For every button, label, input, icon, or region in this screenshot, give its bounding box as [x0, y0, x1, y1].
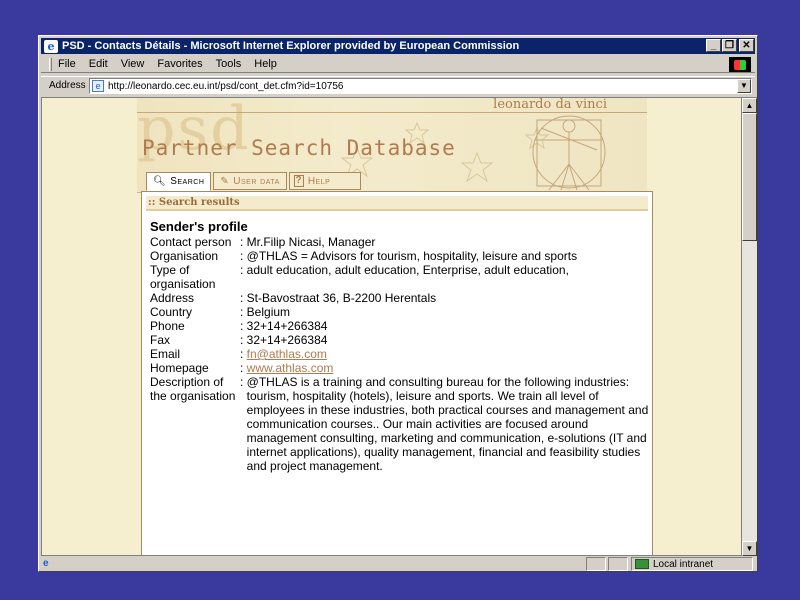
profile-row-phone: Phone : 32+14+266384 — [150, 319, 328, 333]
magnifier-icon: 🔍︎ — [153, 176, 167, 187]
menu-file[interactable]: File — [58, 58, 76, 70]
country-label: Country — [150, 305, 193, 319]
contact-label: Contact person — [150, 235, 232, 249]
page-status-icon: e — [43, 558, 49, 569]
contact-value: Mr.Filip Nicasi, Manager — [246, 235, 376, 249]
minimize-button[interactable]: _ — [706, 39, 721, 52]
question-icon: ? — [293, 175, 304, 187]
status-segment — [586, 557, 606, 571]
vertical-scrollbar[interactable]: ▲ ▼ — [742, 97, 757, 556]
fax-label: Fax — [150, 333, 171, 347]
tab-user-data[interactable]: ✎ User data — [213, 172, 287, 190]
pencil-icon: ✎ — [220, 175, 230, 187]
window-controls: _ ❐ ✕ — [705, 39, 754, 52]
tab-help-label: Help — [307, 175, 331, 187]
address-field-label: Address — [150, 291, 195, 305]
toolbar-grip[interactable] — [49, 57, 52, 71]
profile-row-email: Email : fn@athlas.com — [150, 347, 327, 361]
email-link[interactable]: fn@athlas.com — [247, 347, 327, 361]
address-url[interactable]: http://leonardo.cec.eu.int/psd/cont_det.… — [108, 81, 343, 92]
profile-row-contact: Contact person : Mr.Filip Nicasi, Manage… — [150, 235, 376, 249]
scroll-down-button[interactable]: ▼ — [742, 541, 757, 556]
profile-row-fax: Fax : 32+14+266384 — [150, 333, 328, 347]
results-panel: :: Search results Sender's profile Conta… — [141, 191, 653, 555]
phone-value: 32+14+266384 — [246, 319, 328, 333]
phone-label: Phone — [150, 319, 185, 333]
homepage-label: Homepage — [150, 361, 209, 375]
tab-search-label: Search — [170, 176, 205, 187]
scroll-up-button[interactable]: ▲ — [742, 98, 757, 113]
address-dropdown-button[interactable]: ▼ — [737, 79, 751, 93]
status-segment — [608, 557, 628, 571]
type-label: Type of organisation — [150, 263, 216, 291]
menu-tools[interactable]: Tools — [216, 58, 242, 70]
profile-row-type: Type of organisation : adult education, … — [150, 263, 569, 291]
profile-row-homepage: Homepage : www.athlas.com — [150, 361, 334, 375]
profile-row-description: Description of the organisation : @THLAS… — [150, 375, 649, 473]
senders-profile: Sender's profile Contact person : Mr.Fil… — [150, 219, 650, 473]
menu-bar: File Edit View Favorites Tools Help — [41, 56, 755, 73]
profile-row-organisation: Organisation : @THLAS = Advisors for tou… — [150, 249, 578, 263]
menu-view[interactable]: View — [121, 58, 145, 70]
restore-button[interactable]: ❐ — [722, 39, 737, 52]
panel-heading: :: Search results — [146, 196, 648, 211]
page-title: Partner Search Database — [142, 136, 456, 160]
windows-logo-icon — [729, 57, 751, 72]
page-icon: e — [92, 80, 104, 92]
homepage-link[interactable]: www.athlas.com — [247, 361, 334, 375]
status-bar: e Local intranet — [41, 557, 755, 571]
internet-explorer-icon: e — [44, 39, 58, 53]
type-value: adult education, adult education, Enterp… — [246, 263, 569, 277]
country-value: Belgium — [246, 305, 291, 319]
address-value: St-Bavostraat 36, B-2200 Herentals — [246, 291, 437, 305]
vitruvian-man-icon — [532, 115, 606, 191]
tab-user-data-label: User data — [233, 175, 280, 187]
menu-help[interactable]: Help — [254, 58, 277, 70]
zone-label: Local intranet — [653, 558, 714, 570]
address-bar: Address e http://leonardo.cec.eu.int/psd… — [41, 76, 755, 94]
security-zone: Local intranet — [631, 557, 753, 571]
menu-favorites[interactable]: Favorites — [157, 58, 202, 70]
profile-heading: Sender's profile — [150, 219, 248, 234]
description-value: @THLAS is a training and consulting bure… — [246, 375, 649, 473]
window-title: PSD - Contacts Détails - Microsoft Inter… — [62, 40, 520, 52]
scroll-thumb[interactable] — [742, 113, 757, 241]
browser-window: e PSD - Contacts Détails - Microsoft Int… — [38, 35, 758, 572]
title-bar[interactable]: e PSD - Contacts Détails - Microsoft Int… — [41, 38, 755, 54]
fax-value: 32+14+266384 — [246, 333, 328, 347]
organisation-value: @THLAS = Advisors for tourism, hospitali… — [246, 249, 578, 263]
tab-help[interactable]: ? Help — [288, 172, 362, 190]
close-button[interactable]: ✕ — [739, 39, 754, 52]
address-label: Address — [49, 80, 86, 91]
profile-row-address: Address : St-Bavostraat 36, B-2200 Heren… — [150, 291, 437, 305]
page-viewport: psd Partner Search Database leonardo da … — [41, 97, 742, 556]
address-input[interactable]: e http://leonardo.cec.eu.int/psd/cont_de… — [89, 78, 752, 94]
menu-edit[interactable]: Edit — [89, 58, 108, 70]
description-label: Description of the organisation — [150, 375, 236, 403]
email-label: Email — [150, 347, 181, 361]
tab-search[interactable]: 🔍︎ Search — [146, 172, 212, 191]
profile-row-country: Country : Belgium — [150, 305, 291, 319]
local-intranet-icon — [635, 559, 649, 569]
organisation-label: Organisation — [150, 249, 219, 263]
tab-bar: 🔍︎ Search ✎ User data ? Help — [146, 172, 362, 191]
